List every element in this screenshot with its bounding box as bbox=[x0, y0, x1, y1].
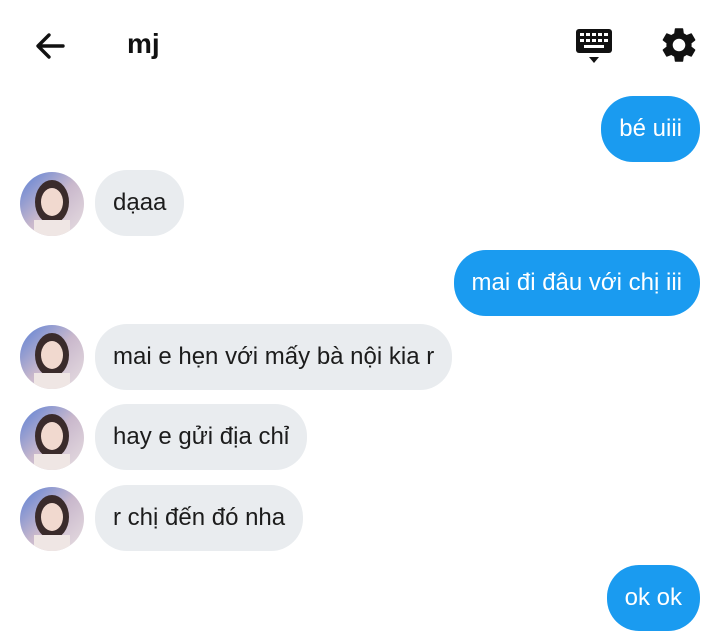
outgoing-message[interactable]: bé uiii bbox=[601, 96, 700, 162]
arrow-left-icon bbox=[36, 33, 65, 59]
chat-header: mj bbox=[0, 0, 720, 90]
incoming-message[interactable]: mai e hẹn với mấy bà nội kia r bbox=[95, 324, 453, 390]
message-text: hay e gửi địa chỉ bbox=[113, 423, 290, 450]
gear-icon bbox=[662, 28, 696, 62]
avatar-photo bbox=[20, 406, 84, 470]
incoming-message[interactable]: r chị đến đó nha bbox=[95, 485, 304, 551]
back-button[interactable] bbox=[30, 26, 70, 66]
message-text: dạaa bbox=[113, 189, 167, 216]
incoming-message[interactable]: dạaa bbox=[95, 170, 185, 236]
contact-name: mj bbox=[127, 28, 160, 59]
avatar-photo bbox=[20, 325, 84, 389]
message-text: bé uiii bbox=[619, 115, 682, 142]
avatar[interactable] bbox=[20, 406, 84, 470]
message-text: mai e hẹn với mấy bà nội kia r bbox=[113, 343, 435, 370]
incoming-message[interactable]: hay e gửi địa chỉ bbox=[95, 404, 308, 470]
message-text: r chị đến đó nha bbox=[113, 504, 286, 531]
avatar[interactable] bbox=[20, 172, 84, 236]
avatar[interactable] bbox=[20, 487, 84, 551]
outgoing-message[interactable]: mai đi đâu với chị iii bbox=[453, 250, 700, 316]
outgoing-message[interactable]: ok ok bbox=[606, 565, 700, 631]
keyboard-icon bbox=[576, 29, 612, 63]
message-text: ok ok bbox=[624, 584, 682, 611]
avatar-photo bbox=[20, 172, 84, 236]
avatar[interactable] bbox=[20, 325, 84, 389]
settings-button[interactable] bbox=[658, 24, 700, 66]
message-text: mai đi đâu với chị iii bbox=[471, 269, 682, 296]
keyboard-button[interactable] bbox=[574, 26, 614, 66]
avatar-photo bbox=[20, 487, 84, 551]
